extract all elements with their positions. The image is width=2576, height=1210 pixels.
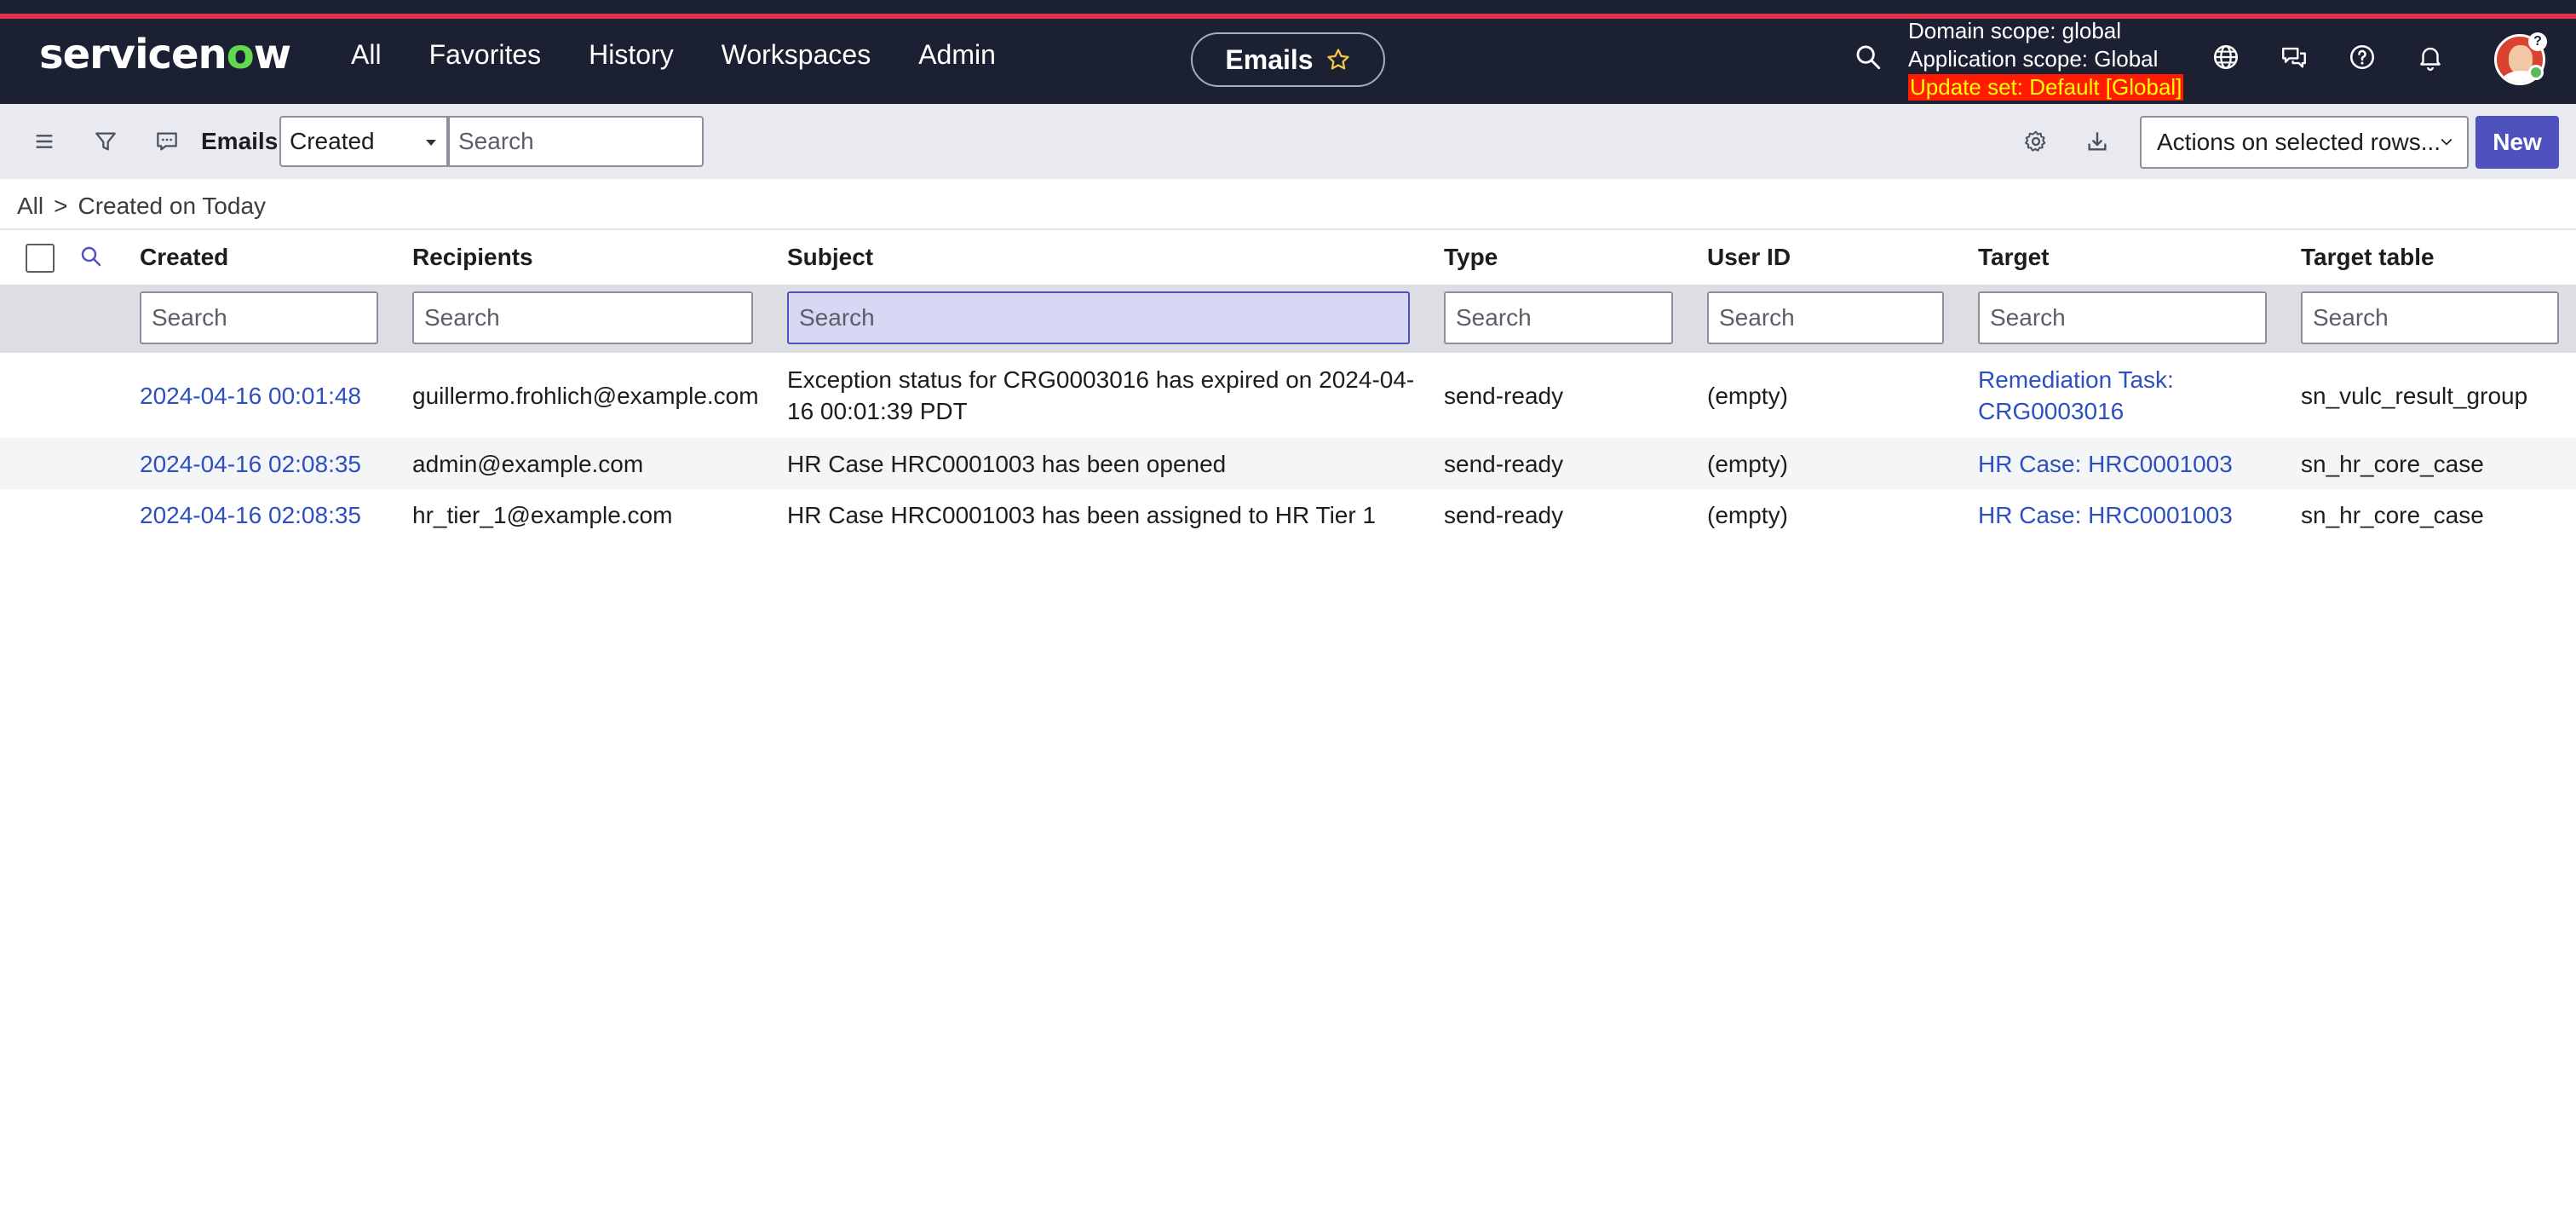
column-filter-row [0, 285, 2576, 353]
recipients-search-input[interactable] [412, 291, 753, 344]
search-field-selected: Created [290, 128, 375, 154]
created-link[interactable]: 2024-04-16 02:08:35 [140, 499, 361, 531]
table-header: Created Recipients Subject Type User ID … [0, 230, 2576, 285]
target-table-cell: sn_vulc_result_group [2301, 383, 2528, 409]
breadcrumb-filter[interactable]: Created on Today [78, 191, 266, 222]
user-id-cell: (empty) [1707, 451, 1788, 477]
presence-status-dot [2528, 65, 2544, 80]
table-row: 2024-04-16 02:08:35 hr_tier_1@example.co… [0, 489, 2576, 542]
recipients-cell: admin@example.com [412, 451, 644, 477]
type-cell: send-ready [1444, 502, 1564, 528]
target-link[interactable]: Remediation Task: CRG0003016 [1978, 364, 2174, 427]
created-search-input[interactable] [140, 291, 378, 344]
star-icon[interactable] [1325, 47, 1351, 72]
top-header: servicenow All Favorites History Workspa… [0, 0, 2576, 104]
chevron-down-icon [2441, 138, 2452, 146]
breadcrumb: All > Created on Today [17, 191, 266, 222]
target-table-cell: sn_hr_core_case [2301, 502, 2484, 528]
main-nav: All Favorites History Workspaces Admin [351, 37, 1044, 72]
nav-all[interactable]: All [351, 37, 382, 72]
subject-cell: HR Case HRC0001003 has been opened [787, 451, 1227, 477]
search-icon[interactable] [1854, 43, 1883, 72]
help-icon[interactable] [2348, 43, 2377, 72]
breadcrumb-separator: > [54, 193, 68, 219]
actions-select-label: Actions on selected rows... [2157, 129, 2441, 155]
column-header-type[interactable]: Type [1444, 242, 1498, 273]
column-header-recipients[interactable]: Recipients [412, 242, 533, 273]
column-header-target-table[interactable]: Target table [2301, 242, 2435, 273]
activity-stream-icon[interactable] [153, 128, 181, 155]
type-cell: send-ready [1444, 383, 1564, 409]
target-search-input[interactable] [1978, 291, 2267, 344]
caret-down-icon [426, 140, 436, 146]
table-row: 2024-04-16 02:08:35 admin@example.com HR… [0, 438, 2576, 489]
target-table-search-input[interactable] [2301, 291, 2559, 344]
user-id-cell: (empty) [1707, 383, 1788, 409]
list-search-input[interactable] [448, 116, 704, 167]
created-link[interactable]: 2024-04-16 02:08:35 [140, 448, 361, 480]
application-scope: Application scope: Global [1908, 46, 2159, 72]
select-all-checkbox[interactable] [26, 244, 55, 273]
search-field-select[interactable]: Created [279, 116, 448, 167]
created-link[interactable]: 2024-04-16 00:01:48 [140, 380, 361, 412]
context-title: Emails [1225, 43, 1314, 75]
list-toolbar: Emails Created Actions on selected rows.… [0, 104, 2576, 179]
target-link[interactable]: HR Case: HRC0001003 [1978, 499, 2233, 531]
subject-cell: Exception status for CRG0003016 has expi… [787, 364, 1414, 427]
target-line: Remediation Task: [1978, 366, 2174, 393]
column-header-target[interactable]: Target [1978, 242, 2050, 273]
nav-favorites[interactable]: Favorites [429, 37, 542, 72]
column-header-user-id[interactable]: User ID [1707, 242, 1791, 273]
notifications-bell-icon[interactable] [2416, 43, 2445, 72]
list-title: Emails [201, 128, 279, 154]
breadcrumb-all[interactable]: All [17, 191, 43, 222]
column-header-subject[interactable]: Subject [787, 242, 873, 273]
nav-workspaces[interactable]: Workspaces [722, 37, 871, 72]
update-set: Update set: Default [Global] [1908, 74, 2184, 101]
new-button[interactable]: New [2475, 116, 2559, 169]
table-row: 2024-04-16 00:01:48 guillermo.frohlich@e… [0, 353, 2576, 438]
header-accent-line [0, 14, 2576, 19]
subject-search-input[interactable] [787, 291, 1410, 344]
subject-line: 16 00:01:39 PDT [787, 398, 968, 424]
subject-cell: HR Case HRC0001003 has been assigned to … [787, 502, 1377, 528]
type-search-input[interactable] [1444, 291, 1673, 344]
chat-icon[interactable] [2280, 43, 2309, 72]
target-link[interactable]: HR Case: HRC0001003 [1978, 448, 2233, 480]
context-title-pill[interactable]: Emails [1191, 32, 1385, 87]
scope-info[interactable]: Domain scope: global Application scope: … [1908, 17, 2184, 101]
domain-scope: Domain scope: global [1908, 18, 2122, 43]
gear-icon[interactable] [2022, 128, 2050, 155]
target-line: CRG0003016 [1978, 398, 2125, 424]
download-icon[interactable] [2084, 128, 2111, 155]
column-search-icon[interactable] [78, 244, 104, 269]
hamburger-menu-icon[interactable] [31, 128, 58, 155]
filter-icon[interactable] [92, 128, 119, 155]
subject-line: Exception status for CRG0003016 has expi… [787, 366, 1415, 393]
user-id-cell: (empty) [1707, 502, 1788, 528]
nav-admin[interactable]: Admin [918, 37, 996, 72]
user-id-search-input[interactable] [1707, 291, 1944, 344]
target-table-cell: sn_hr_core_case [2301, 451, 2484, 477]
type-cell: send-ready [1444, 451, 1564, 477]
recipients-cell: guillermo.frohlich@example.com [412, 383, 759, 409]
servicenow-logo[interactable]: servicenow [39, 31, 291, 78]
avatar-help-badge: ? [2528, 32, 2547, 51]
recipients-cell: hr_tier_1@example.com [412, 502, 673, 528]
actions-on-selected-rows-select[interactable]: Actions on selected rows... [2140, 116, 2469, 169]
globe-icon[interactable] [2211, 43, 2240, 72]
column-header-created[interactable]: Created [140, 242, 228, 273]
logo-wordmark: servicenow [39, 31, 291, 78]
nav-history[interactable]: History [589, 37, 674, 72]
